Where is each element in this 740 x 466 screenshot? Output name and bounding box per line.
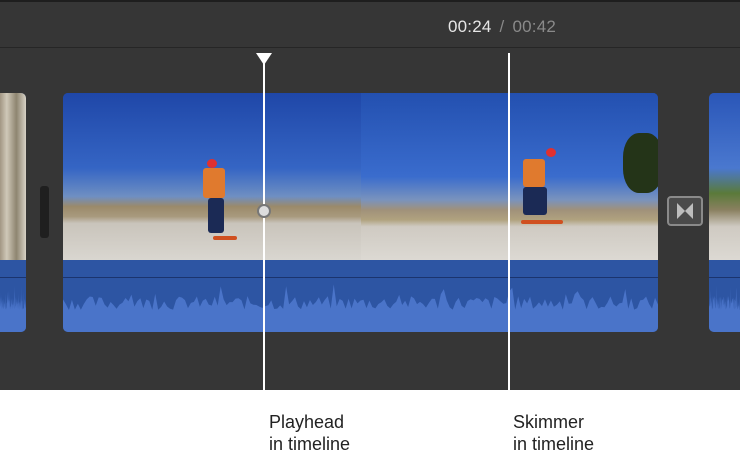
timecode-display: 00:24 / 00:42 xyxy=(448,17,556,37)
clip-thumbnail xyxy=(0,93,26,260)
skateboarder xyxy=(523,159,545,187)
helmet xyxy=(207,159,217,168)
current-time: 00:24 xyxy=(448,17,492,36)
video-clip[interactable] xyxy=(63,93,658,332)
clip-audio xyxy=(709,260,740,332)
skateboard xyxy=(521,220,563,224)
clip-audio xyxy=(63,260,658,332)
tree xyxy=(623,133,658,193)
clip-trim-handle[interactable] xyxy=(40,186,49,238)
clip-audio xyxy=(0,260,26,332)
audio-waveform xyxy=(63,284,658,332)
previous-clip[interactable] xyxy=(0,93,26,332)
next-clip[interactable] xyxy=(709,93,740,332)
cross-dissolve-icon xyxy=(677,203,693,219)
callout-line-2: in timeline xyxy=(269,434,351,454)
skimmer-callout: Skimmer in timeline xyxy=(513,411,594,455)
total-time: 00:42 xyxy=(512,17,557,36)
skateboarder xyxy=(203,168,225,198)
audio-waveform xyxy=(0,285,26,332)
playhead-callout: Playhead in timeline xyxy=(269,411,350,455)
clip-thumbnail xyxy=(709,93,740,260)
callout-line-2: in timeline xyxy=(513,434,595,454)
playhead-marker-icon[interactable] xyxy=(256,53,272,65)
imovie-timeline: 00:24 / 00:42 xyxy=(0,0,740,390)
helmet xyxy=(546,148,556,157)
skateboarder-legs xyxy=(208,198,224,233)
timeline-header: 00:24 / 00:42 xyxy=(0,0,740,48)
playhead-knob[interactable] xyxy=(257,204,271,218)
playhead[interactable] xyxy=(263,60,265,425)
transition-button[interactable] xyxy=(667,196,703,226)
time-separator: / xyxy=(499,17,505,36)
skateboard xyxy=(213,236,237,240)
callout-line-1: Playhead xyxy=(269,412,345,432)
callout-line-1: Skimmer xyxy=(513,412,584,432)
audio-waveform xyxy=(709,285,740,332)
skimmer xyxy=(508,53,510,425)
skateboarder-legs xyxy=(523,187,547,215)
